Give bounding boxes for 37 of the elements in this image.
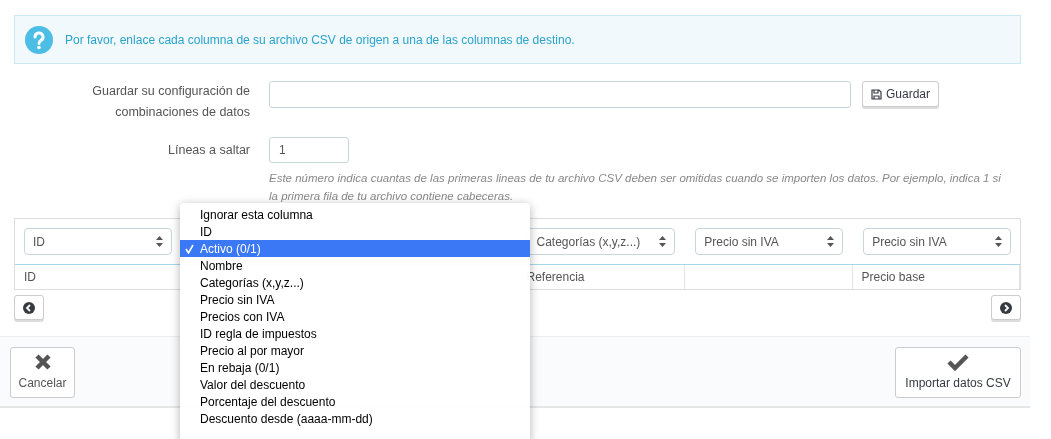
select-arrows-icon	[155, 236, 163, 247]
column-select[interactable]: ID	[24, 228, 172, 255]
save-button[interactable]: Guardar	[862, 81, 940, 107]
check-icon	[185, 243, 194, 254]
dropdown-option[interactable]: ID regla de impuestos	[180, 325, 530, 342]
cancel-button[interactable]: Cancelar	[10, 347, 75, 398]
alert-text: Por favor, enlace cada columna de su archivo CSV de origen a una de las columnas de destino.	[65, 31, 575, 49]
table-cell: Precio base	[852, 265, 1020, 289]
chevron-left-icon	[23, 301, 35, 314]
dropdown-option[interactable]: Valor del descuento	[180, 376, 530, 393]
field-label: Guardar su configuración de combinaciones de datos	[91, 83, 250, 121]
select-arrows-icon	[995, 236, 1002, 247]
help-text: Este número indica cuantas de las primeras lineas de tu archivo CSV deben ser omitidas cuando se importen los datos. Por ejemplo, indica 1 si la primera fila de tu archivo contiene cabeceras.	[269, 171, 1002, 204]
previous-button[interactable]	[14, 295, 44, 320]
column-select[interactable]: Precio sin IVA	[863, 228, 1011, 255]
dropdown-option[interactable]: Precio sin IVA	[180, 291, 530, 308]
dropdown-option[interactable]: Activo (0/1)	[180, 240, 530, 257]
dropdown-option[interactable]: Descuento desde (aaaa-mm-dd)	[180, 410, 530, 427]
select-arrows-icon	[659, 236, 667, 247]
import-button[interactable]: Importar datos CSV	[895, 347, 1021, 398]
checkmark-icon	[947, 353, 969, 371]
column-select[interactable]: Precio sin IVA	[695, 228, 844, 255]
dropdown-option[interactable]: Porcentaje del descuento	[180, 393, 530, 410]
config-name-field[interactable]	[269, 81, 851, 108]
dropdown-option[interactable]: Precios con IVA	[180, 308, 530, 325]
select-arrows-icon	[827, 236, 835, 247]
column-select[interactable]: Categorías (x,y,z...)	[527, 228, 676, 255]
dropdown-option[interactable]: Ignorar esta columna	[180, 206, 530, 223]
dropdown-option[interactable]: ID	[180, 223, 530, 240]
chevron-right-icon	[1000, 301, 1012, 314]
close-icon	[33, 353, 52, 371]
dropdown-option[interactable]: En rebaja (0/1)	[180, 359, 530, 376]
skip-lines-field[interactable]: 1	[269, 137, 349, 163]
next-button[interactable]	[991, 295, 1021, 320]
dropdown-option[interactable]: Precio al por mayor	[180, 342, 530, 359]
help-icon	[25, 25, 53, 54]
field-label: Líneas a saltar	[168, 141, 250, 159]
